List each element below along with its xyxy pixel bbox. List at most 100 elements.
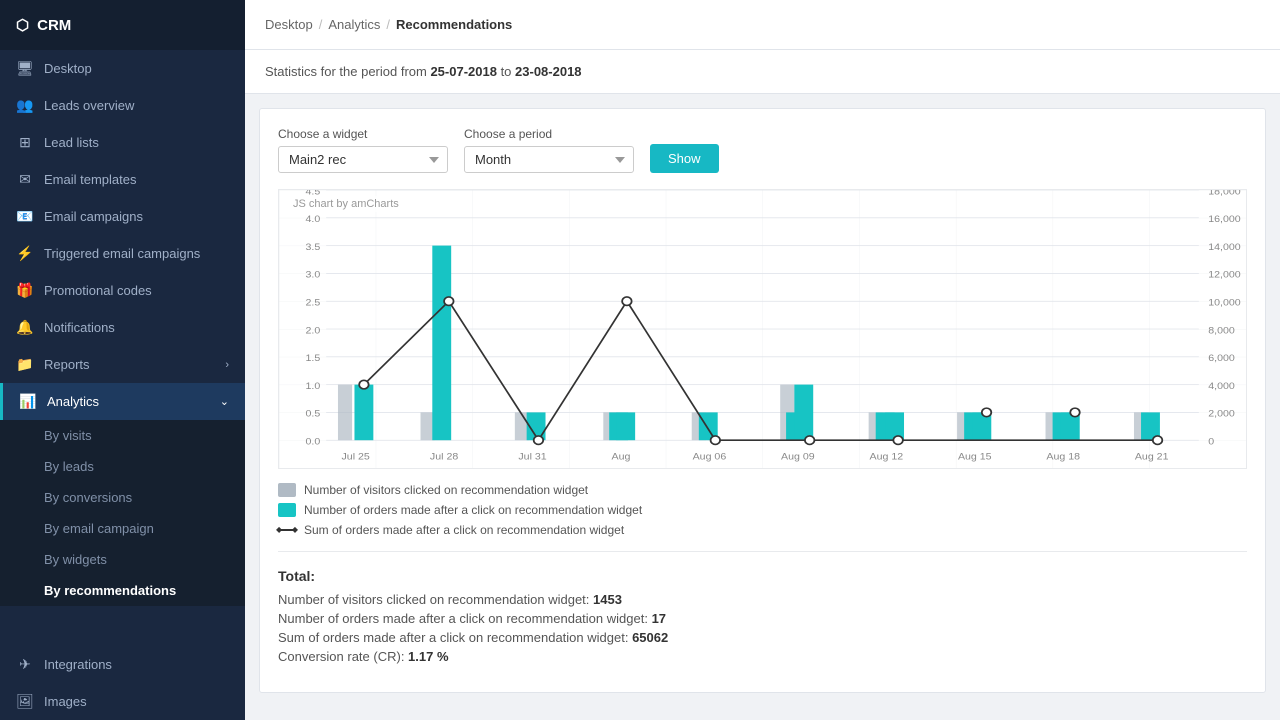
svg-text:Aug 21: Aug 21 [1135, 452, 1169, 462]
sidebar-item-promotional-codes[interactable]: 🎁 Promotional codes [0, 272, 245, 309]
topbar: Desktop / Analytics / Recommendations [245, 0, 1280, 50]
analytics-arrow: ⌄ [220, 395, 229, 408]
svg-text:3.0: 3.0 [306, 270, 321, 280]
analytics-panel: Choose a widget Main2 rec Widget 1 Widge… [259, 108, 1266, 693]
integrations-icon: ✈ [16, 656, 34, 673]
sidebar-item-label: Leads overview [44, 98, 229, 113]
sidebar-item-integrations[interactable]: ✈ Integrations [0, 646, 245, 683]
date-from: 25-07-2018 [430, 64, 497, 79]
legend-box-teal [278, 503, 296, 517]
svg-text:4,000: 4,000 [1208, 381, 1235, 391]
triggered-email-icon: ⚡ [16, 245, 34, 262]
sidebar-sub-by-conversions[interactable]: By conversions [0, 482, 245, 513]
svg-text:8,000: 8,000 [1208, 326, 1235, 336]
breadcrumb-desktop[interactable]: Desktop [265, 17, 313, 32]
sidebar-item-label: Lead lists [44, 135, 229, 150]
email-campaigns-icon: 📧 [16, 208, 34, 225]
legend-box-gray [278, 483, 296, 497]
svg-text:10,000: 10,000 [1208, 298, 1241, 308]
totals-value-3: 1.17 % [408, 649, 448, 664]
sidebar-logo: ⬡ CRM [0, 0, 245, 50]
reports-arrow: › [225, 359, 229, 371]
legend-label-orders: Number of orders made after a click on r… [304, 503, 642, 517]
period-control-group: Choose a period Day Week Month Year [464, 127, 634, 173]
legend-item-sum: Sum of orders made after a click on reco… [278, 523, 1247, 537]
content-area: Statistics for the period from 25-07-201… [245, 50, 1280, 720]
totals-value-0: 1453 [593, 592, 622, 607]
reports-icon: 📁 [16, 356, 34, 373]
sidebar-item-leads-overview[interactable]: 👥 Leads overview [0, 87, 245, 124]
svg-text:6,000: 6,000 [1208, 353, 1235, 363]
sidebar-item-email-campaigns[interactable]: 📧 Email campaigns [0, 198, 245, 235]
totals-label-0: Number of visitors clicked on recommenda… [278, 592, 593, 607]
sidebar-item-reports[interactable]: 📁 Reports › [0, 346, 245, 383]
sidebar-sub-by-recommendations[interactable]: By recommendations [0, 575, 245, 606]
svg-text:1.0: 1.0 [306, 381, 321, 391]
sidebar-item-lead-lists[interactable]: ⊞ Lead lists [0, 124, 245, 161]
promotional-codes-icon: 🎁 [16, 282, 34, 299]
main-content: Desktop / Analytics / Recommendations St… [245, 0, 1280, 720]
sidebar-sub-by-widgets[interactable]: By widgets [0, 544, 245, 575]
sidebar-sub-by-leads[interactable]: By leads [0, 451, 245, 482]
logo-text: CRM [37, 17, 71, 34]
totals-label-1: Number of orders made after a click on r… [278, 611, 652, 626]
sidebar-item-label: Reports [44, 357, 215, 372]
sidebar-item-label: Desktop [44, 61, 229, 76]
sidebar-item-email-templates[interactable]: ✉ Email templates [0, 161, 245, 198]
breadcrumb-analytics[interactable]: Analytics [328, 17, 380, 32]
svg-text:4.0: 4.0 [306, 214, 321, 224]
sidebar-item-label: Promotional codes [44, 283, 229, 298]
by-visits-label: By visits [44, 428, 92, 443]
by-widgets-label: By widgets [44, 552, 107, 567]
widget-select[interactable]: Main2 rec Widget 1 Widget 2 [278, 146, 448, 173]
svg-text:0.0: 0.0 [306, 437, 321, 447]
show-button[interactable]: Show [650, 144, 719, 173]
sidebar-item-label: Email templates [44, 172, 229, 187]
by-recommendations-label: By recommendations [44, 583, 176, 598]
stats-text: Statistics for the period from [265, 64, 430, 79]
sidebar-sub-by-visits[interactable]: By visits [0, 420, 245, 451]
email-templates-icon: ✉ [16, 171, 34, 188]
sidebar-item-notifications[interactable]: 🔔 Notifications [0, 309, 245, 346]
totals-value-1: 17 [652, 611, 666, 626]
svg-text:2.5: 2.5 [306, 298, 321, 308]
totals-value-2: 65062 [632, 630, 668, 645]
breadcrumb-sep-1: / [319, 17, 323, 32]
legend-label-visitors: Number of visitors clicked on recommenda… [304, 483, 588, 497]
sidebar-item-label: Integrations [44, 657, 229, 672]
analytics-submenu: By visits By leads By conversions By ema… [0, 420, 245, 606]
sidebar-item-analytics[interactable]: 📊 Analytics ⌄ [0, 383, 245, 420]
breadcrumb-sep-2: / [386, 17, 390, 32]
svg-text:0.5: 0.5 [306, 409, 321, 419]
totals-section: Total: Number of visitors clicked on rec… [278, 562, 1247, 674]
svg-text:2.0: 2.0 [306, 326, 321, 336]
legend-line-sum [278, 529, 296, 531]
legend-item-visitors: Number of visitors clicked on recommenda… [278, 483, 1247, 497]
divider [278, 551, 1247, 552]
sidebar-item-label: Triggered email campaigns [44, 246, 229, 261]
sidebar-item-label: Analytics [47, 394, 210, 409]
sidebar-item-images[interactable]: 🖼 Images [0, 683, 245, 720]
totals-row-1: Number of orders made after a click on r… [278, 611, 1247, 626]
sidebar-item-label: Notifications [44, 320, 229, 335]
svg-text:Aug 18: Aug 18 [1046, 452, 1080, 462]
svg-text:Jul 28: Jul 28 [430, 452, 459, 462]
date-to: 23-08-2018 [515, 64, 582, 79]
svg-text:Aug 15: Aug 15 [958, 452, 992, 462]
sidebar-item-label: Email campaigns [44, 209, 229, 224]
notifications-icon: 🔔 [16, 319, 34, 336]
totals-row-0: Number of visitors clicked on recommenda… [278, 592, 1247, 607]
period-label: Choose a period [464, 127, 634, 141]
period-select[interactable]: Day Week Month Year [464, 146, 634, 173]
sidebar-sub-by-email-campaign[interactable]: By email campaign [0, 513, 245, 544]
sidebar-item-desktop[interactable]: 🖥 Desktop [0, 50, 245, 87]
logo-icon: ⬡ [16, 16, 29, 34]
sidebar-item-triggered-email[interactable]: ⚡ Triggered email campaigns [0, 235, 245, 272]
totals-label-3: Conversion rate (CR): [278, 649, 408, 664]
by-email-campaign-label: By email campaign [44, 521, 154, 536]
to-text: to [497, 64, 515, 79]
lead-lists-icon: ⊞ [16, 134, 34, 151]
widget-controls: Choose a widget Main2 rec Widget 1 Widge… [278, 127, 1247, 173]
chart-legend: Number of visitors clicked on recommenda… [278, 483, 1247, 537]
svg-text:0: 0 [1208, 437, 1214, 447]
